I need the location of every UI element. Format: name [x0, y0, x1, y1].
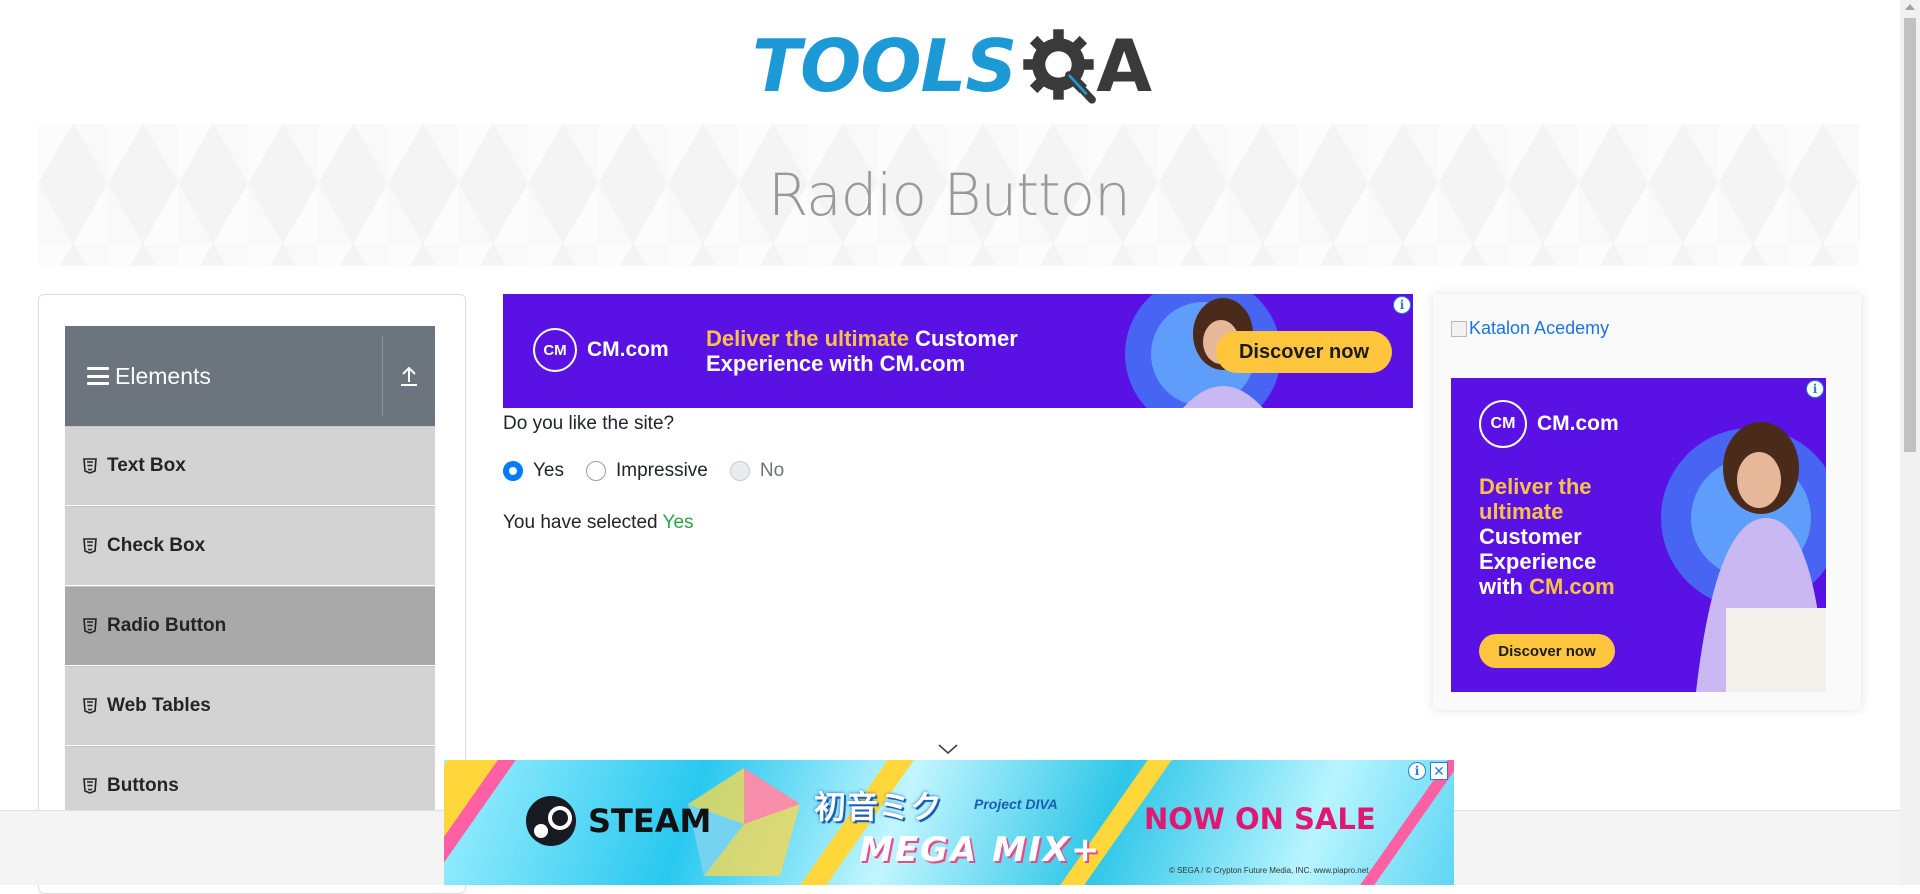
page-title: Radio Button — [768, 161, 1131, 229]
sidebar-item-label: Radio Button — [107, 615, 227, 636]
sidebar-item-check-box[interactable]: Check Box — [65, 506, 435, 586]
scroll-up-arrow-icon[interactable] — [1905, 4, 1915, 10]
html5-icon — [83, 538, 97, 554]
sidebar-item-text-box[interactable]: Text Box — [65, 426, 435, 506]
gear-q-icon — [1023, 29, 1097, 104]
broken-image-icon — [1451, 320, 1467, 337]
radio-option-yes[interactable]: Yes — [503, 460, 564, 482]
side-ad-banner[interactable]: CM CM.com Deliver the ultimate Customer … — [1451, 378, 1826, 692]
sidebar-group-label: Elements — [115, 362, 211, 389]
selection-result: You have selected Yes — [503, 512, 694, 534]
html5-icon — [83, 458, 97, 474]
close-icon[interactable]: ✕ — [1430, 762, 1448, 780]
logo-suffix: A — [1096, 24, 1152, 108]
side-ad-headline: Deliver the ultimate Customer Experience… — [1479, 474, 1615, 599]
ad-info-icon[interactable]: i — [1393, 296, 1411, 314]
sidebar-group-elements[interactable]: Elements — [65, 326, 435, 426]
steam-label: STEAM — [588, 802, 712, 840]
side-ad-line: Experience — [1479, 549, 1597, 574]
html5-icon — [83, 698, 97, 714]
cm-logo-mark: CM — [533, 328, 577, 372]
cm-brand-name: CM.com — [1537, 412, 1619, 435]
radio-question: Do you like the site? — [503, 413, 675, 434]
cm-brand-name: CM.com — [587, 338, 669, 361]
hamburger-icon — [87, 367, 109, 385]
right-ad-panel: Katalon Acedemy CM CM.com Deliver the ul… — [1433, 294, 1861, 710]
sidebar-item-radio-button[interactable]: Radio Button — [65, 586, 435, 666]
discover-now-button[interactable]: Discover now — [1216, 331, 1392, 373]
radio-yes[interactable] — [503, 461, 523, 481]
sidebar-item-label: Text Box — [107, 455, 186, 476]
result-value: Yes — [662, 512, 694, 533]
sidebar-item-label: Check Box — [107, 535, 206, 556]
katalon-academy-alt[interactable]: Katalon Acedemy — [1469, 318, 1609, 339]
radio-no — [729, 461, 750, 481]
game-title: MEGA MIX+ — [859, 830, 1102, 870]
ad-info-icon[interactable]: i — [1408, 762, 1426, 780]
upload-arrow-icon[interactable] — [382, 326, 435, 426]
sidebar: Elements Text Box Check Box Radio Button… — [38, 294, 466, 894]
side-ad-line: CM.com — [1529, 574, 1615, 599]
page-scrollbar[interactable] — [1900, 0, 1920, 885]
steam-icon — [526, 796, 576, 846]
logo-text: TOOLS — [752, 24, 1017, 108]
sidebar-menu: Text Box Check Box Radio Button Web Tabl… — [65, 426, 435, 826]
cm-logo: CM CM.com — [533, 328, 669, 372]
radio-label-no: No — [759, 460, 785, 481]
sidebar-item-label: Web Tables — [107, 695, 211, 716]
chevron-down-icon[interactable] — [937, 742, 959, 756]
ad-headline-part: Customer — [915, 326, 1018, 351]
side-ad-line: Customer — [1479, 524, 1582, 549]
html5-icon — [83, 618, 97, 634]
result-prefix: You have selected — [503, 512, 663, 533]
radio-label-impressive[interactable]: Impressive — [616, 460, 708, 482]
page-banner: Radio Button — [38, 124, 1860, 266]
side-ad-line: Deliver the — [1479, 474, 1592, 499]
sidebar-item-label: Buttons — [107, 775, 179, 796]
cm-logo-mark: CM — [1479, 400, 1527, 448]
radio-impressive[interactable] — [586, 461, 606, 481]
side-ad-decoration — [1661, 422, 1826, 692]
now-on-sale-text: NOW ON SALE — [1144, 802, 1376, 836]
side-ad-line: ultimate — [1479, 499, 1564, 524]
side-discover-now-button[interactable]: Discover now — [1479, 634, 1615, 668]
radio-label-yes[interactable]: Yes — [533, 460, 564, 482]
ad-headline-part: with CM.com — [829, 351, 966, 376]
ad-headline: Deliver the ultimate Customer Experience… — [706, 326, 1018, 376]
side-ad-line: with — [1479, 574, 1530, 599]
ad-headline-part: Deliver the ultimate — [706, 326, 916, 351]
cm-logo: CM CM.com — [1479, 400, 1619, 448]
top-ad-banner[interactable]: CM CM.com Deliver the ultimate Customer … — [503, 294, 1413, 408]
ad-info-icon[interactable]: i — [1806, 380, 1824, 398]
ad-copyright: © SEGA / © Crypton Future Media, INC. ww… — [1169, 866, 1369, 875]
radio-group: Yes Impressive No — [503, 460, 806, 482]
toolsqa-logo[interactable]: TOOLS A — [752, 18, 1152, 114]
katalon-academy-link[interactable]: Katalon Acedemy — [1451, 318, 1609, 339]
ad-headline-part: Experience — [706, 351, 830, 376]
bottom-ad-banner[interactable]: STEAM 初音ミク Project DIVA MEGA MIX+ NOW ON… — [444, 760, 1454, 885]
sidebar-item-web-tables[interactable]: Web Tables — [65, 666, 435, 746]
steam-logo: STEAM — [526, 796, 711, 846]
radio-option-impressive[interactable]: Impressive — [586, 460, 708, 482]
html5-icon — [83, 778, 97, 794]
game-title-jp: 初音ミク — [814, 788, 943, 826]
scrollbar-thumb[interactable] — [1904, 18, 1916, 452]
radio-option-no: No — [729, 460, 785, 482]
game-subtitle: Project DIVA — [974, 796, 1058, 812]
